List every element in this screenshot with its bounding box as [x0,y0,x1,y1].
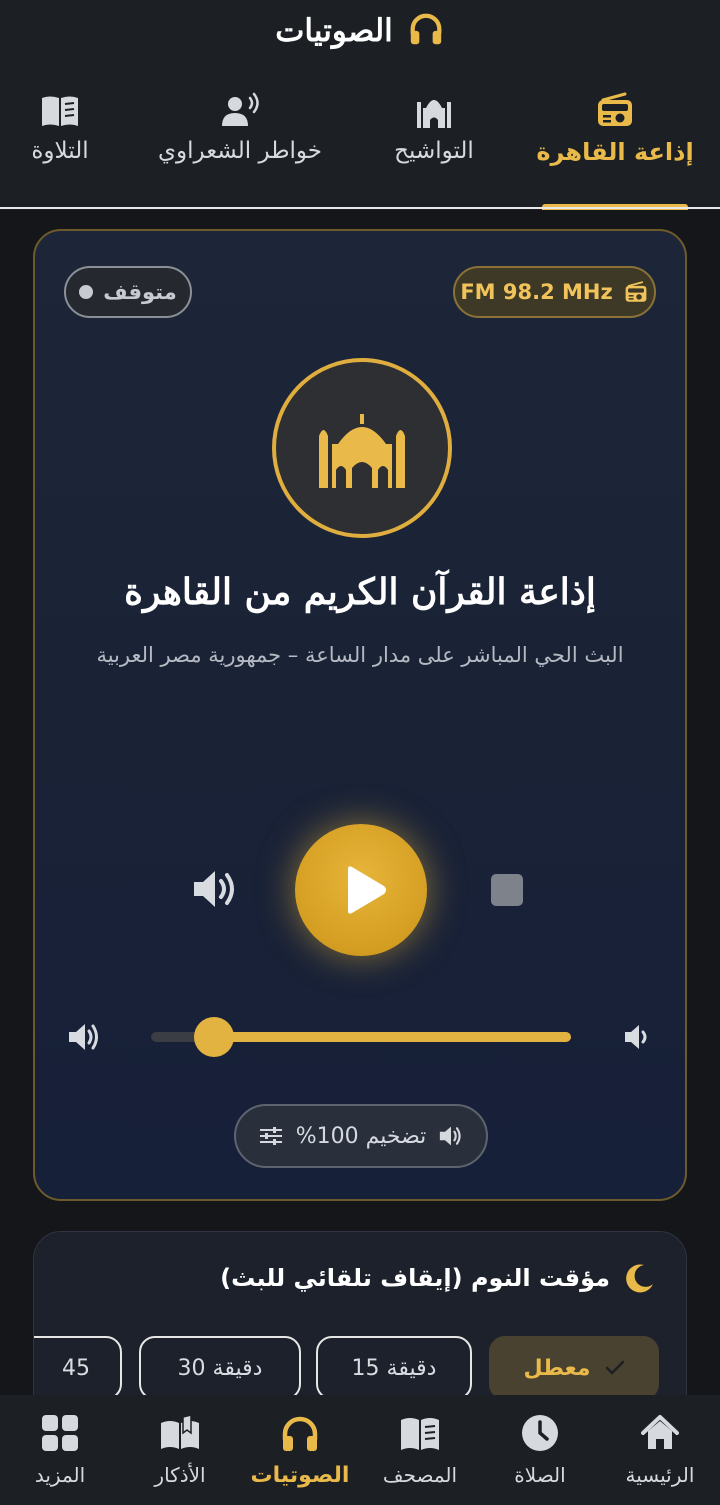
volume-control [35,1017,685,1057]
tab-tilawa[interactable]: التلاوة [8,88,112,208]
sliders-icon [259,1127,282,1145]
nav-item-audio[interactable]: الصوتيات [245,1413,355,1488]
tab-shaarawy[interactable]: خواطر الشعراوي [150,88,330,208]
status-text: متوقف [103,280,177,304]
sleep-option-45[interactable]: 45 [34,1336,122,1400]
frequency-badge: FM 98.2 MHz [453,266,656,318]
stop-button[interactable] [491,874,523,906]
volume-up-icon [69,1024,98,1050]
radio-icon [598,92,632,126]
tab-label: التلاوة [31,138,89,164]
bottom-navigation: الرئيسية الصلاة المصحف الصوتيات الأذكار … [0,1395,720,1505]
nav-label: المصحف [382,1463,458,1487]
radio-icon [625,281,647,302]
nav-item-more[interactable]: المزيد [5,1413,115,1487]
moon-icon [626,1264,653,1293]
mute-button[interactable] [190,867,240,911]
header-divider [0,207,720,209]
status-badge: متوقف [64,266,192,318]
volume-icon [194,871,234,907]
sleep-timer-header: مؤقت النوم (إيقاف تلقائي للبث) [220,1262,656,1294]
sleep-option-30[interactable]: 30 دقيقة [139,1336,301,1400]
nav-item-azkar[interactable]: الأذكار [125,1413,235,1487]
nav-label: الأذكار [154,1463,206,1487]
volume-slider-fill [214,1032,571,1042]
station-logo [272,358,452,538]
speaker-person-icon [222,92,259,126]
play-button[interactable] [295,824,427,956]
nav-label: المزيد [34,1463,86,1487]
book-icon [42,96,78,126]
app-header: الصوتيات إذاعة القاهرة التواشيح خواطر ال… [0,0,720,210]
option-label: معطل [523,1355,591,1381]
status-dot-icon [79,285,94,299]
option-label: 15 دقيقة [351,1355,437,1381]
nav-item-mushaf[interactable]: المصحف [365,1413,475,1487]
tab-cairo-radio[interactable]: إذاعة القاهرة [536,88,694,208]
open-book-icon [161,1414,199,1449]
radio-player-card: متوقف FM 98.2 MHz إذاعة القرآن الكريم من… [33,229,687,1201]
sleep-timer-title: مؤقت النوم (إيقاف تلقائي للبث) [220,1264,610,1292]
sleep-option-15[interactable]: 15 دقيقة [316,1336,472,1400]
tab-label: إذاعة القاهرة [536,138,694,166]
headphones-icon [407,10,445,52]
tab-label: خواطر الشعراوي [158,138,322,164]
volume-slider-thumb[interactable] [194,1017,234,1057]
tab-tawasheeh[interactable]: التواشيح [374,88,494,208]
volume-icon [440,1126,461,1146]
volume-down-icon [625,1025,647,1049]
header-title-row: الصوتيات [0,0,720,62]
volume-slider[interactable] [151,1017,571,1057]
mosque-icon [319,414,405,488]
book-icon [401,1418,439,1450]
nav-label: الصلاة [514,1463,566,1487]
station-description: البث الحي المباشر على مدار الساعة – جمهو… [96,643,624,667]
boost-label: تضخيم 100% [295,1123,427,1149]
top-tabs: إذاعة القاهرة التواشيح خواطر الشعراوي ال… [0,88,720,210]
option-label: 30 دقيقة [177,1355,263,1381]
headphones-icon [282,1416,318,1451]
nav-label: الصوتيات [250,1463,350,1488]
check-icon [605,1360,624,1375]
option-label: 45 [62,1355,90,1381]
home-icon [641,1415,679,1449]
nav-item-home[interactable]: الرئيسية [605,1413,715,1487]
nav-label: الرئيسية [625,1463,695,1487]
tab-label: التواشيح [394,138,474,164]
frequency-text: FM 98.2 MHz [460,280,613,304]
nav-item-prayer[interactable]: الصلاة [485,1413,595,1487]
volume-boost-button[interactable]: تضخيم 100% [234,1104,488,1168]
page-title: الصوتيات [275,13,393,49]
play-icon [348,866,386,914]
mosque-icon [417,100,451,128]
station-name: إذاعة القرآن الكريم من القاهرة [124,571,596,613]
clock-icon [522,1415,558,1451]
grid-icon [42,1415,78,1451]
sleep-option-disabled[interactable]: معطل [489,1336,659,1400]
